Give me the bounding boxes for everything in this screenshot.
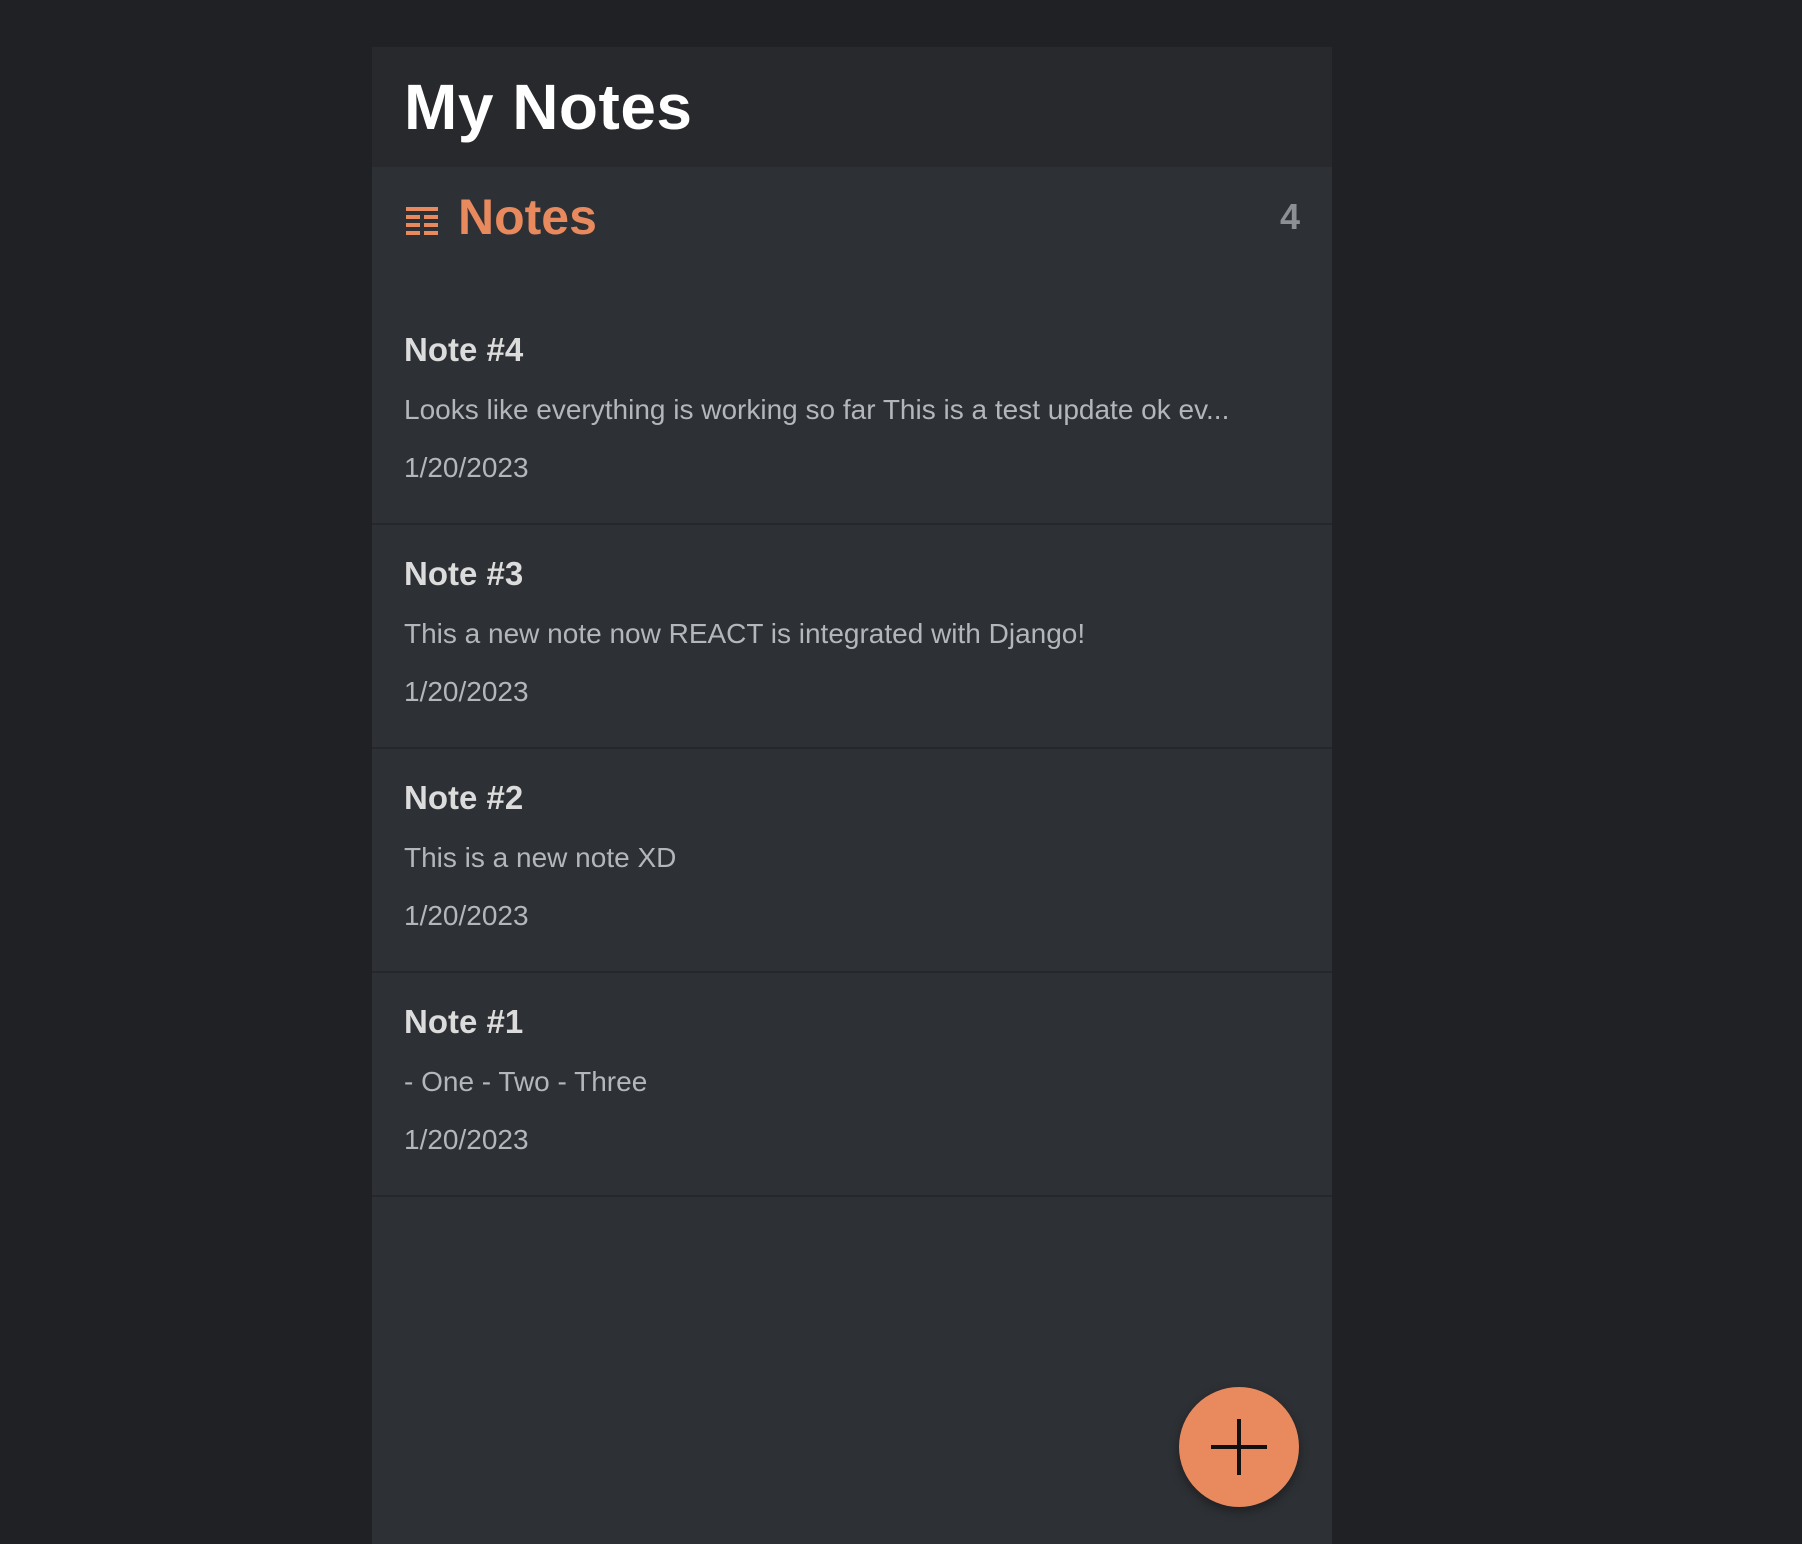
list-icon — [406, 207, 438, 235]
note-date: 1/20/2023 — [404, 676, 529, 707]
note-title: Note #4 — [404, 331, 524, 368]
note-preview: This a new note now REACT is integrated … — [404, 618, 1086, 649]
note-list-item[interactable]: Note #4 Looks like everything is working… — [372, 301, 1332, 525]
note-date: 1/20/2023 — [404, 1124, 529, 1155]
notes-section-title: Notes — [458, 189, 597, 245]
notes-header: Notes 4 — [372, 167, 1332, 267]
app-title: My Notes — [404, 71, 693, 143]
notes-title-wrap: Notes — [406, 188, 597, 246]
note-preview: - One - Two - Three — [404, 1066, 648, 1097]
note-preview: Looks like everything is working so far … — [404, 394, 1230, 425]
notes-app: My Notes Notes 4 Note #4 Looks like ever… — [372, 47, 1332, 1544]
add-note-button[interactable] — [1179, 1387, 1299, 1507]
note-date: 1/20/2023 — [404, 900, 529, 931]
note-title: Note #1 — [404, 1003, 524, 1040]
note-list-item[interactable]: Note #2 This is a new note XD 1/20/2023 — [372, 749, 1332, 973]
note-title: Note #2 — [404, 779, 524, 816]
note-list-item[interactable]: Note #3 This a new note now REACT is int… — [372, 525, 1332, 749]
note-title: Note #3 — [404, 555, 524, 592]
app-header: My Notes — [372, 47, 1332, 167]
note-preview: This is a new note XD — [404, 842, 677, 873]
notes-count: 4 — [1279, 196, 1300, 237]
note-list-item[interactable]: Note #1 - One - Two - Three 1/20/2023 — [372, 973, 1332, 1197]
plus-icon — [1207, 1415, 1271, 1479]
note-date: 1/20/2023 — [404, 452, 529, 483]
notes-list: Note #4 Looks like everything is working… — [372, 301, 1332, 1197]
